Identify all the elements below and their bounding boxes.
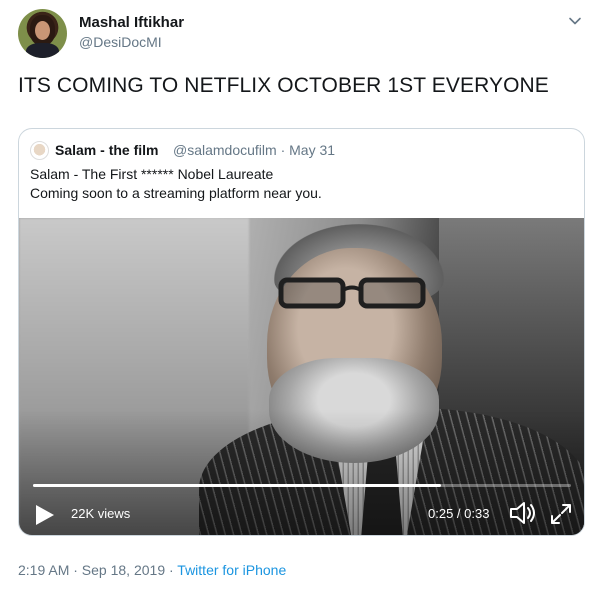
tweet-source-link[interactable]: Twitter for iPhone — [177, 562, 286, 578]
quoted-text-line-1: Salam - The First ****** Nobel Laureate — [30, 166, 274, 182]
avatar-face — [35, 21, 50, 40]
video-view-count: 22K views — [71, 506, 131, 521]
play-icon[interactable] — [34, 503, 56, 527]
tweet-timestamp[interactable]: 2:19 AM · Sep 18, 2019 · — [18, 562, 177, 578]
video-player[interactable]: 22K views 0:25 / 0:33 — [19, 218, 584, 535]
tweet: Mashal Iftikhar @DesiDocMI ITS COMING TO… — [0, 0, 593, 602]
quoted-tweet-card[interactable]: Salam - the film @salamdocufilm · May 31… — [18, 128, 585, 536]
author-avatar[interactable] — [18, 9, 67, 58]
video-time: 0:25 / 0:33 — [428, 506, 490, 521]
quoted-handle-date: @salamdocufilm · May 31 — [173, 142, 336, 158]
video-vignette — [19, 218, 584, 535]
author-handle[interactable]: @DesiDocMI — [79, 34, 162, 50]
tweet-text: ITS COMING TO NETFLIX OCTOBER 1ST EVERYO… — [18, 74, 549, 97]
fullscreen-icon[interactable] — [550, 503, 572, 525]
video-progress-fill — [33, 484, 441, 487]
avatar-body — [26, 43, 59, 58]
quoted-display-name: Salam - the film — [55, 142, 159, 158]
author-display-name[interactable]: Mashal Iftikhar — [79, 14, 184, 31]
tweet-footer: 2:19 AM · Sep 18, 2019 · Twitter for iPh… — [18, 562, 286, 578]
video-progress-bar[interactable] — [33, 484, 571, 487]
volume-icon[interactable] — [509, 500, 537, 526]
quoted-text-line-2: Coming soon to a streaming platform near… — [30, 185, 322, 201]
chevron-down-icon[interactable] — [568, 14, 582, 28]
quoted-author-avatar — [30, 141, 49, 160]
